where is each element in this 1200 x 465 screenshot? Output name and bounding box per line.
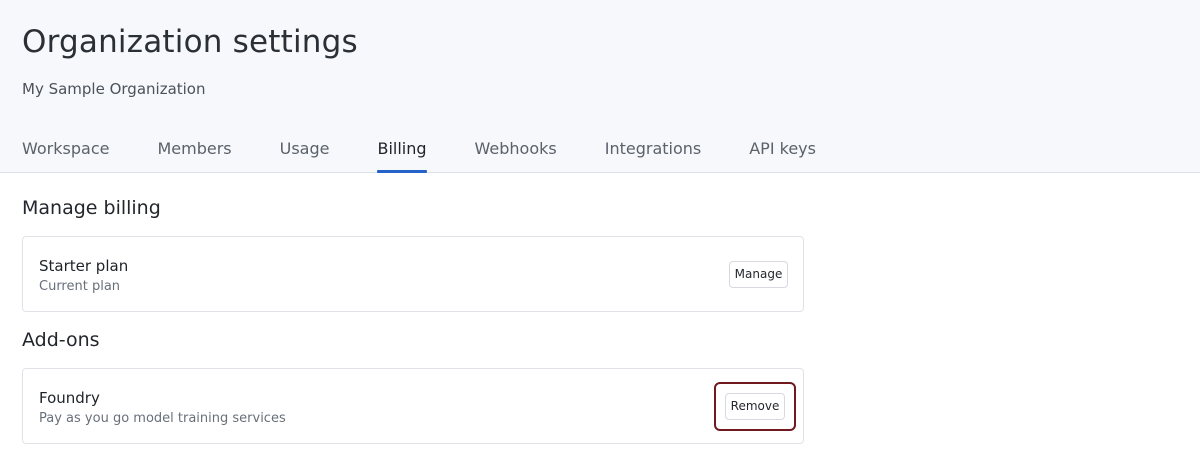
addon-card-foundry: Foundry Pay as you go model training ser… <box>22 368 804 444</box>
add-ons-heading: Add-ons <box>22 329 100 351</box>
manage-plan-button[interactable]: Manage <box>729 261 788 288</box>
tab-usage[interactable]: Usage <box>280 138 330 173</box>
addon-name: Foundry <box>39 389 100 407</box>
tab-billing[interactable]: Billing <box>377 138 427 173</box>
tab-webhooks[interactable]: Webhooks <box>475 138 557 173</box>
remove-button-focus-ring: Remove <box>714 382 796 431</box>
page-title: Organization settings <box>22 24 358 60</box>
tab-members[interactable]: Members <box>157 138 231 173</box>
settings-tabs: Workspace Members Usage Billing Webhooks… <box>22 138 864 173</box>
addon-description: Pay as you go model training services <box>39 411 286 426</box>
plan-card: Starter plan Current plan Manage <box>22 236 804 312</box>
tab-api-keys[interactable]: API keys <box>749 138 816 173</box>
settings-header: Organization settings My Sample Organiza… <box>0 0 1200 173</box>
manage-billing-heading: Manage billing <box>22 197 161 219</box>
plan-name: Starter plan <box>39 257 129 275</box>
organization-name: My Sample Organization <box>22 80 206 98</box>
tab-workspace[interactable]: Workspace <box>22 138 109 173</box>
tab-integrations[interactable]: Integrations <box>605 138 702 173</box>
remove-addon-button[interactable]: Remove <box>725 393 785 420</box>
plan-status: Current plan <box>39 279 121 294</box>
